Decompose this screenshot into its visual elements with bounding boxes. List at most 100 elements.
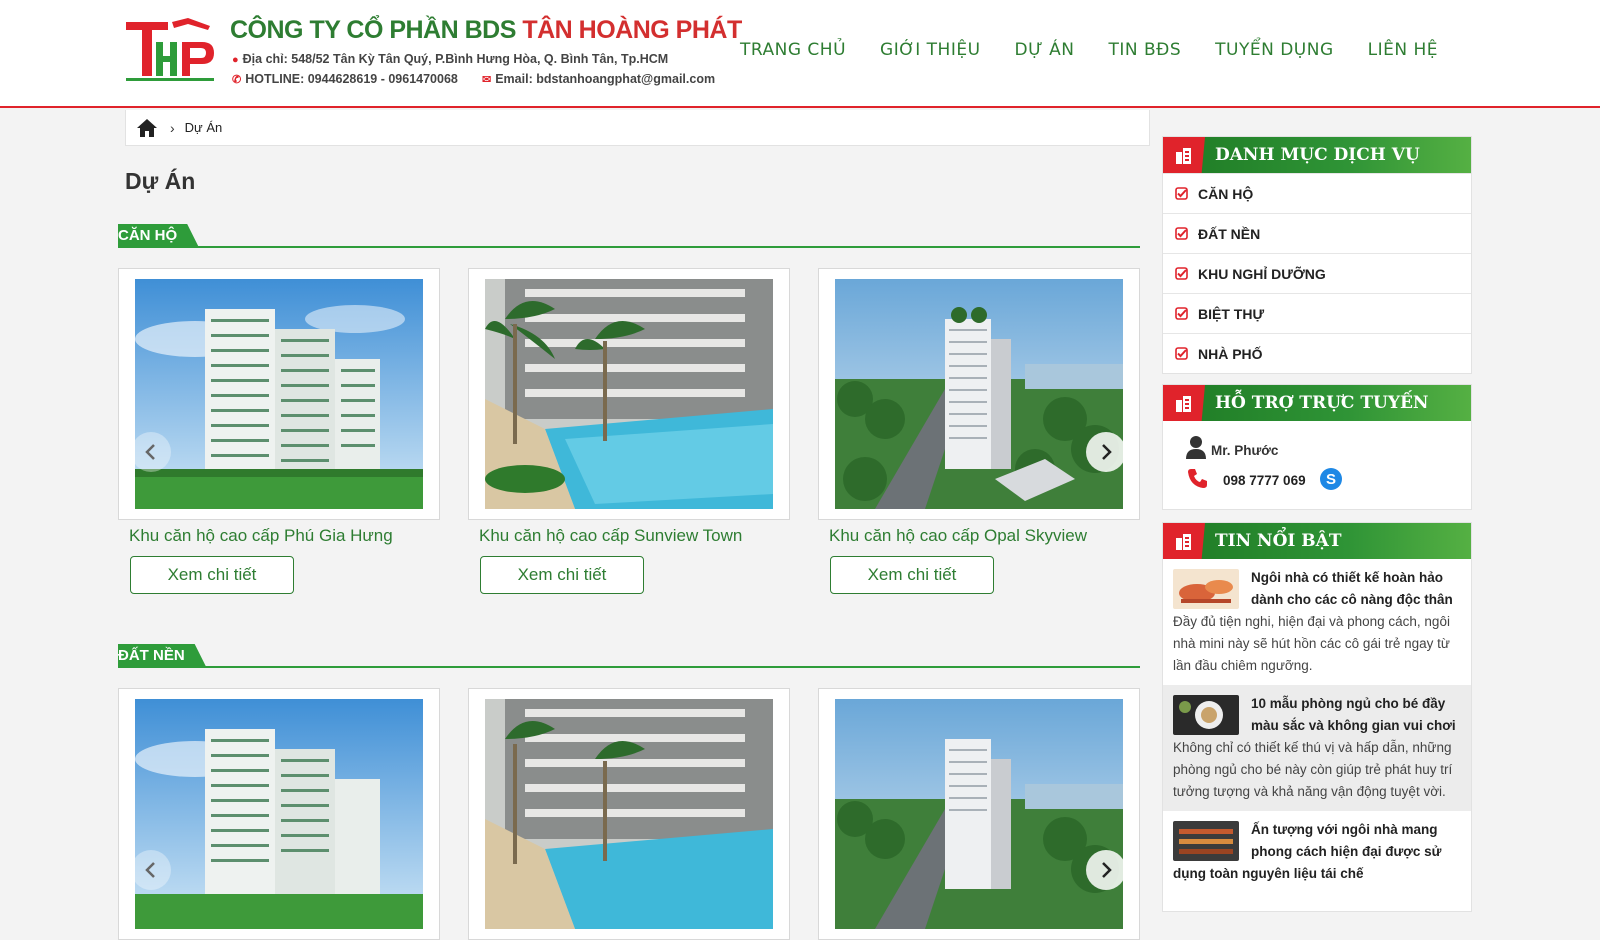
pool-resort-image	[485, 279, 773, 509]
address-line: ● Địa chỉ: 548/52 Tân Kỳ Tân Quý, P.Bình …	[232, 52, 668, 66]
project-image[interactable]	[135, 699, 423, 929]
section-tag[interactable]: CĂN HỘ	[118, 224, 199, 248]
project-title[interactable]: Khu căn hộ cao cấp Sunview Town	[479, 526, 790, 546]
news-item[interactable]: 10 mẫu phòng ngủ cho bé đầy màu sắc và k…	[1163, 685, 1471, 811]
sidebar-item-label: ĐẤT NỀN	[1198, 225, 1261, 242]
sidebar-title: DANH MỤC DỊCH VỤ	[1215, 145, 1420, 165]
news-item[interactable]: Ngôi nhà có thiết kế hoàn hảo dành cho c…	[1163, 559, 1471, 685]
card-image-frame	[118, 688, 440, 940]
carousel-next-button[interactable]	[1086, 432, 1126, 472]
nav-projects[interactable]: DỰ ÁN	[998, 40, 1092, 60]
building-icon	[1163, 523, 1205, 559]
location-pin-icon: ●	[232, 54, 239, 66]
support-name: Mr. Phước	[1211, 443, 1279, 458]
sidebar-title: HỖ TRỢ TRỰC TUYẾN	[1215, 393, 1429, 413]
building-tower-image	[135, 699, 423, 929]
section-header-dat-nen: ĐẤT NỀN	[118, 642, 1140, 668]
sidebar-title: TIN NỔI BẬT	[1215, 531, 1342, 551]
service-categories-box: DANH MỤC DỊCH VỤ CĂN HỘ ĐẤT NỀN KHU NGHỈ…	[1162, 136, 1472, 374]
user-icon	[1186, 436, 1206, 459]
chevron-left-icon	[145, 862, 155, 878]
breadcrumb: › Dự Án	[125, 110, 1150, 146]
support-contact: Mr. Phước 098 7777 069 S	[1163, 421, 1471, 509]
sidebar-item-label: NHÀ PHỐ	[1198, 345, 1263, 362]
sidebar-item-nha-pho[interactable]: NHÀ PHỐ	[1163, 333, 1471, 373]
phone-icon: ✆	[232, 74, 242, 86]
sidebar-item-can-ho[interactable]: CĂN HỘ	[1163, 173, 1471, 213]
sidebar-heading: HỖ TRỢ TRỰC TUYẾN	[1163, 385, 1471, 421]
sidebar-heading: TIN NỔI BẬT	[1163, 523, 1471, 559]
building-icon	[1163, 137, 1205, 173]
card-image-frame	[818, 268, 1140, 520]
mail-icon: ✉	[482, 74, 492, 86]
project-card: Khu căn hộ cao cấp Sunview Town Xem chi …	[468, 268, 790, 594]
project-image[interactable]	[835, 699, 1123, 929]
company-name: CÔNG TY CỔ PHẦN BDS TÂN HOÀNG PHÁT	[230, 16, 742, 45]
chevron-right-icon	[1102, 862, 1112, 878]
skyview-tower-image	[835, 279, 1123, 509]
email-text[interactable]: Email: bdstanhoangphat@gmail.com	[495, 72, 715, 86]
news-title[interactable]: 10 mẫu phòng ngủ cho bé đầy màu sắc và k…	[1251, 696, 1456, 733]
phone-icon	[1188, 469, 1207, 488]
news-description: Đầy đủ tiện nghi, hiện đại và phong cách…	[1173, 614, 1450, 673]
check-square-icon	[1175, 267, 1188, 280]
card-image-frame	[468, 268, 790, 520]
company-logo[interactable]	[124, 16, 224, 86]
nav-careers[interactable]: TUYỂN DỤNG	[1198, 40, 1351, 60]
nav-home[interactable]: TRANG CHỦ	[723, 40, 863, 60]
skyview-tower-image	[835, 699, 1123, 929]
building-icon	[1163, 385, 1205, 421]
card-image-frame	[468, 688, 790, 940]
check-square-icon	[1175, 187, 1188, 200]
view-details-button[interactable]: Xem chi tiết	[480, 556, 644, 594]
skype-icon[interactable]: S	[1319, 467, 1343, 491]
view-details-button[interactable]: Xem chi tiết	[130, 556, 294, 594]
sidebar-item-dat-nen[interactable]: ĐẤT NỀN	[1163, 213, 1471, 253]
project-card	[468, 688, 790, 940]
project-image[interactable]	[135, 279, 423, 509]
featured-news-box: TIN NỔI BẬT Ngôi nhà có thiết kế hoàn hả…	[1162, 522, 1472, 912]
news-title[interactable]: Ngôi nhà có thiết kế hoàn hảo dành cho c…	[1251, 570, 1453, 607]
card-image-frame	[818, 688, 1140, 940]
news-thumbnail	[1173, 695, 1239, 735]
project-image[interactable]	[485, 279, 773, 509]
main-nav: TRANG CHỦ GIỚI THIỆU DỰ ÁN TIN BĐS TUYỂN…	[723, 40, 1455, 60]
section-tag[interactable]: ĐẤT NỀN	[118, 644, 207, 668]
page-title: Dự Án	[125, 168, 196, 194]
card-image-frame	[118, 268, 440, 520]
project-title[interactable]: Khu căn hộ cao cấp Phú Gia Hưng	[129, 526, 440, 546]
news-description: Không chỉ có thiết kế thú vị và hấp dẫn,…	[1173, 740, 1453, 799]
breadcrumb-separator-icon: ›	[170, 119, 175, 136]
nav-contact[interactable]: LIÊN HỆ	[1351, 40, 1455, 60]
nav-about[interactable]: GIỚI THIỆU	[863, 40, 998, 60]
check-square-icon	[1175, 227, 1188, 240]
project-card	[818, 688, 1140, 940]
project-card: Khu căn hộ cao cấp Phú Gia Hưng Xem chi …	[118, 268, 440, 594]
chevron-left-icon	[145, 444, 155, 460]
sidebar-item-khu-nghi-duong[interactable]: KHU NGHỈ DƯỠNG	[1163, 253, 1471, 293]
email-line: ✉ Email: bdstanhoangphat@gmail.com	[482, 72, 715, 86]
carousel-prev-button[interactable]	[131, 850, 171, 890]
svg-text:S: S	[1326, 471, 1336, 488]
carousel-prev-button[interactable]	[131, 432, 171, 472]
carousel-next-button[interactable]	[1086, 850, 1126, 890]
view-details-button[interactable]: Xem chi tiết	[830, 556, 994, 594]
building-tower-image	[135, 279, 423, 509]
sidebar-heading: DANH MỤC DỊCH VỤ	[1163, 137, 1471, 173]
news-thumbnail	[1173, 569, 1239, 609]
sidebar-item-label: CĂN HỘ	[1198, 185, 1254, 202]
pool-resort-image	[485, 699, 773, 929]
project-image[interactable]	[835, 279, 1123, 509]
home-icon[interactable]	[136, 118, 158, 138]
news-item[interactable]: Ấn tượng với ngôi nhà mang phong cách hi…	[1163, 811, 1471, 893]
nav-news[interactable]: TIN BĐS	[1091, 40, 1198, 60]
check-square-icon	[1175, 347, 1188, 360]
breadcrumb-current: Dự Án	[184, 120, 223, 135]
company-name-red: TÂN HOÀNG PHÁT	[522, 16, 742, 44]
project-image[interactable]	[485, 699, 773, 929]
project-title[interactable]: Khu căn hộ cao cấp Opal Skyview	[829, 526, 1140, 546]
hotline-line: ✆ HOTLINE: 0944628619 - 0961470068	[232, 72, 458, 86]
company-name-green: CÔNG TY CỔ PHẦN BDS	[230, 16, 516, 44]
sidebar-item-biet-thu[interactable]: BIỆT THỰ	[1163, 293, 1471, 333]
support-phone[interactable]: 098 7777 069	[1223, 473, 1306, 488]
